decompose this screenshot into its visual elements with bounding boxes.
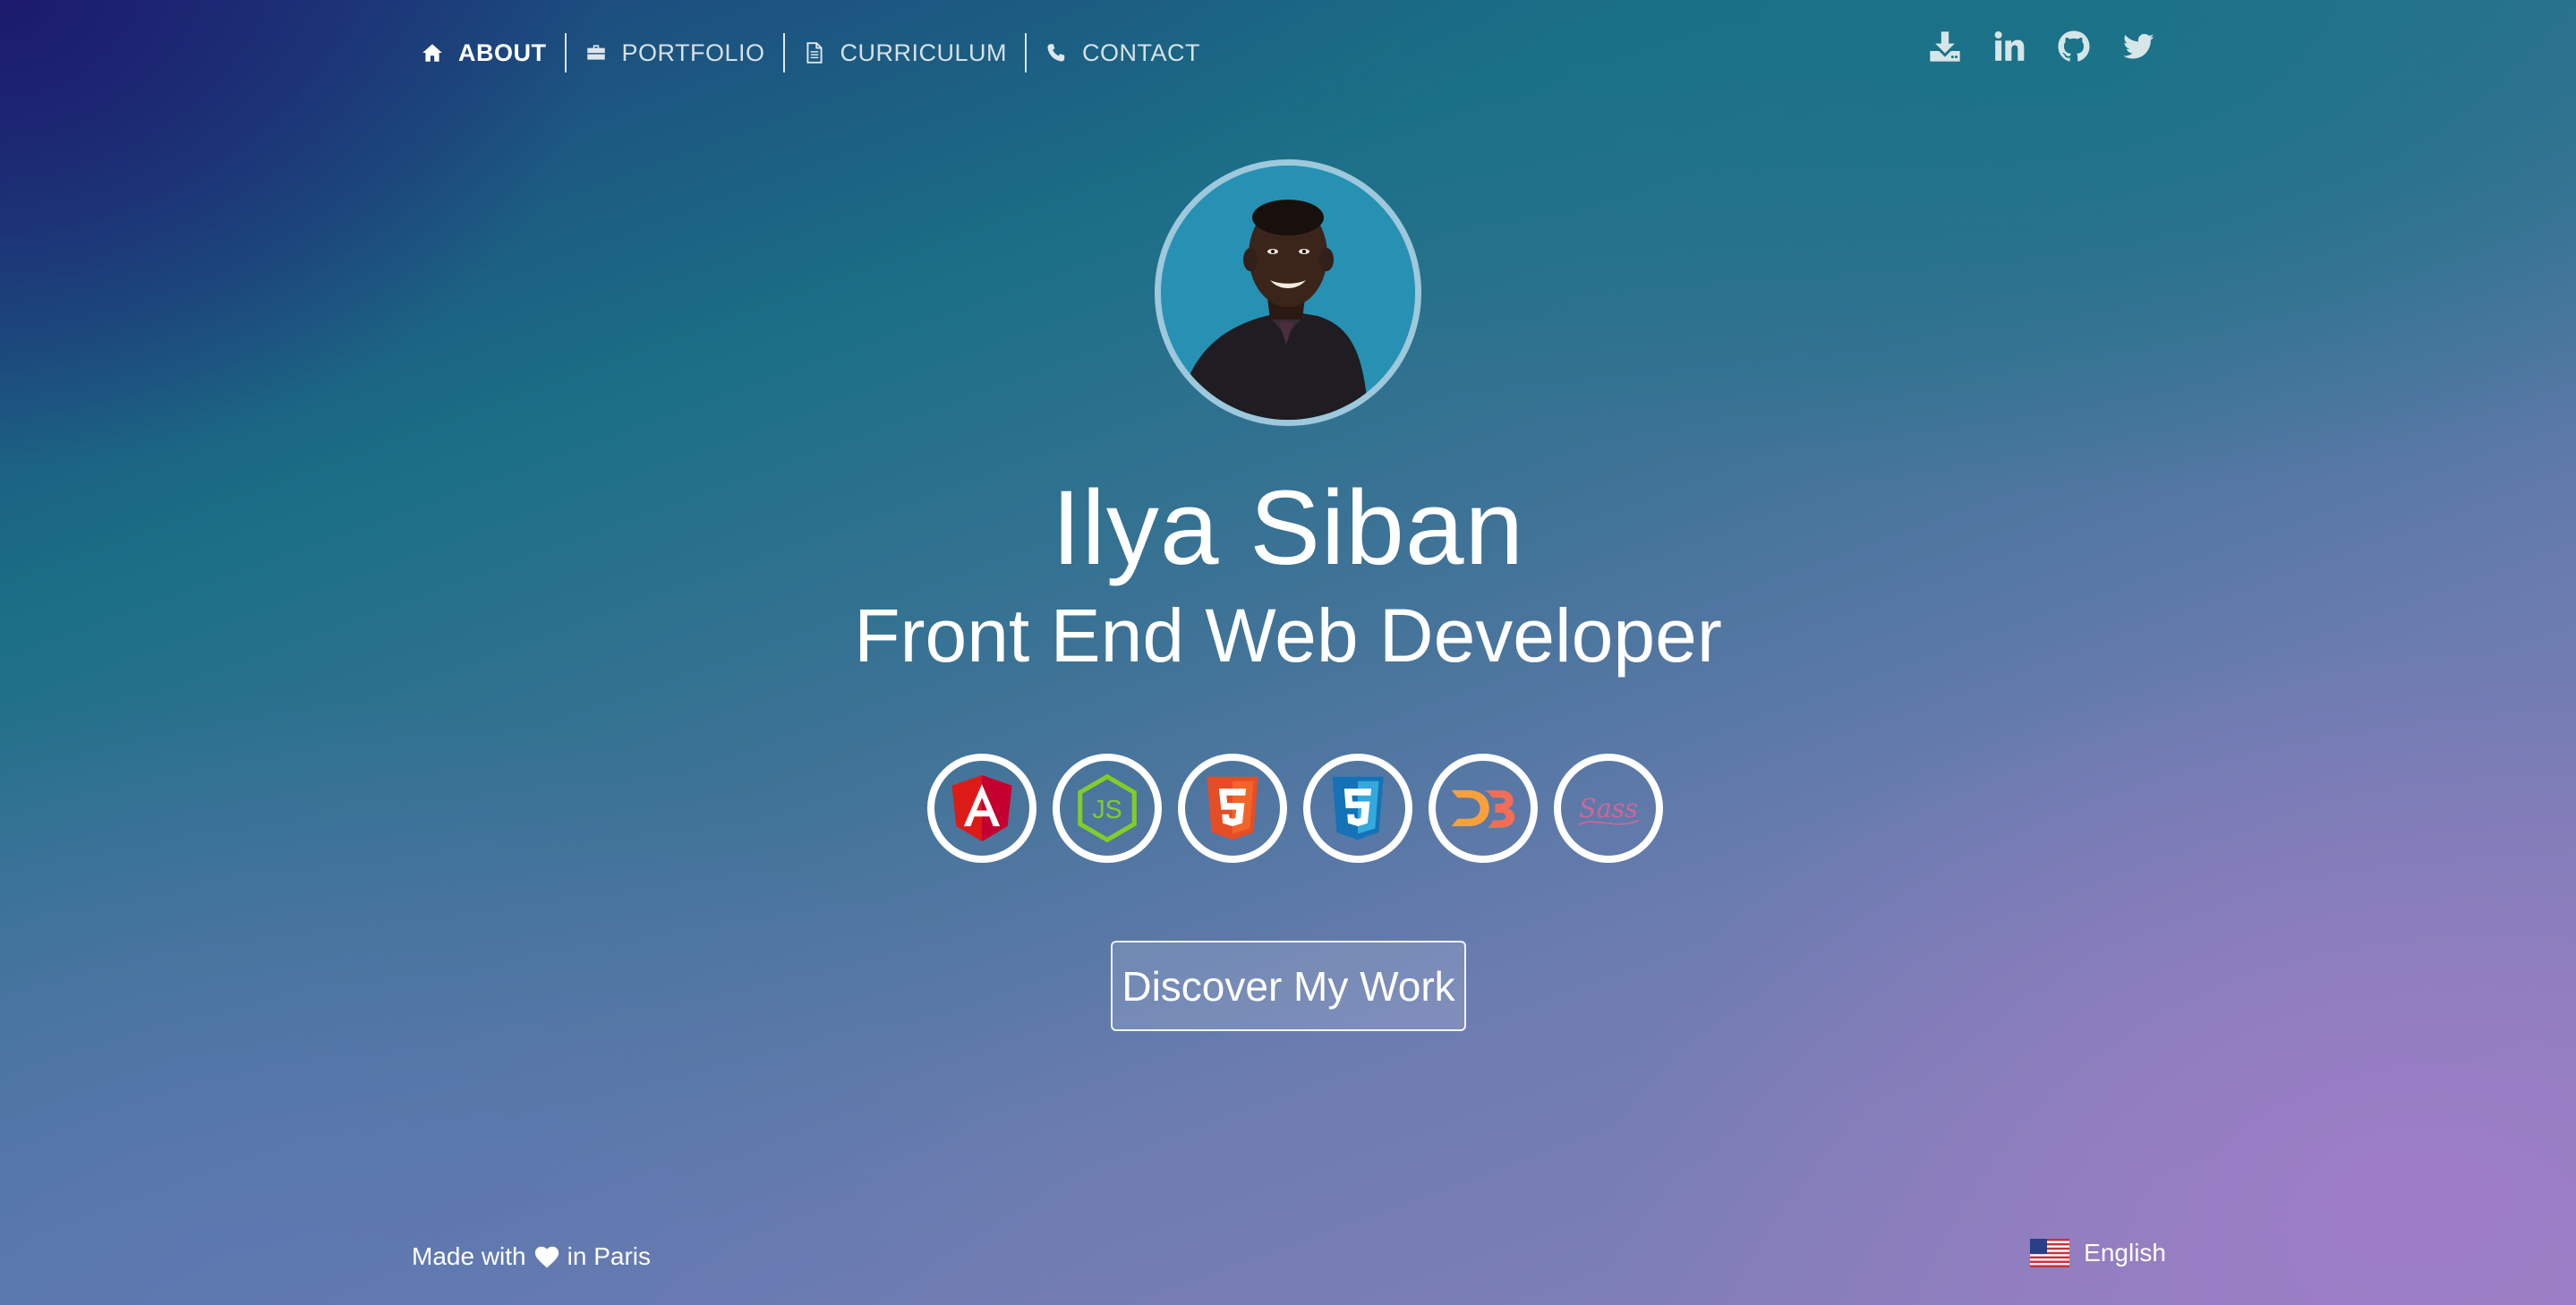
nav-item-curriculum[interactable]: CURRICULUM: [785, 32, 1026, 73]
d3-icon: [1451, 789, 1515, 828]
nodejs-icon: JS: [1078, 773, 1137, 843]
svg-text:Sass: Sass: [1579, 793, 1638, 823]
main-nav: ABOUT PORTFOLIO CURRICULUM CONTACT: [414, 32, 1218, 73]
tech-badge-css3: [1303, 754, 1412, 863]
document-icon: [803, 41, 826, 64]
language-selector[interactable]: English: [2030, 1239, 2166, 1267]
github-link[interactable]: [2055, 30, 2093, 67]
tech-badge-nodejs: JS: [1053, 754, 1162, 863]
html5-icon: [1207, 776, 1258, 840]
heart-icon: [533, 1244, 560, 1269]
hero-name: Ilya Siban: [1051, 469, 1525, 587]
svg-text:JS: JS: [1092, 796, 1122, 824]
profile-photo: [1161, 166, 1415, 420]
linkedin-icon: [1992, 29, 2027, 69]
nav-item-label: PORTFOLIO: [621, 38, 765, 66]
twitter-icon: [2120, 29, 2156, 69]
home-icon: [421, 41, 444, 64]
avatar: [1155, 159, 1421, 426]
discover-work-button[interactable]: Discover My Work: [1111, 941, 1466, 1031]
social-links: [1926, 30, 2157, 67]
github-icon: [2056, 29, 2092, 69]
css3-icon: [1332, 776, 1384, 840]
tech-badges: JS Sass: [927, 754, 1663, 863]
tech-badge-sass: Sass: [1554, 754, 1663, 863]
nav-item-label: CONTACT: [1082, 38, 1201, 66]
nav-item-contact[interactable]: CONTACT: [1027, 32, 1218, 73]
nav-item-label: ABOUT: [458, 38, 547, 66]
nav-item-portfolio[interactable]: PORTFOLIO: [567, 32, 783, 73]
city-text: in Paris: [567, 1242, 651, 1270]
download-icon: [1927, 29, 1963, 69]
tech-badge-angular: [927, 754, 1036, 863]
footer-credit: Made with in Paris: [412, 1242, 651, 1271]
phone-icon: [1045, 41, 1068, 64]
download-cv-button[interactable]: [1926, 30, 1964, 67]
hero-title: Front End Web Developer: [854, 593, 1722, 678]
made-with-text: Made with: [412, 1242, 526, 1270]
us-flag-icon: [2030, 1239, 2070, 1267]
briefcase-icon: [584, 41, 608, 64]
linkedin-link[interactable]: [1991, 30, 2028, 67]
angular-icon: [951, 775, 1012, 841]
twitter-link[interactable]: [2120, 30, 2157, 67]
nav-item-label: CURRICULUM: [840, 38, 1008, 66]
nav-item-about[interactable]: ABOUT: [414, 32, 565, 73]
sass-icon: Sass: [1577, 793, 1639, 826]
tech-badge-d3: [1429, 754, 1538, 863]
language-label: English: [2084, 1239, 2166, 1267]
tech-badge-html5: [1178, 754, 1287, 863]
